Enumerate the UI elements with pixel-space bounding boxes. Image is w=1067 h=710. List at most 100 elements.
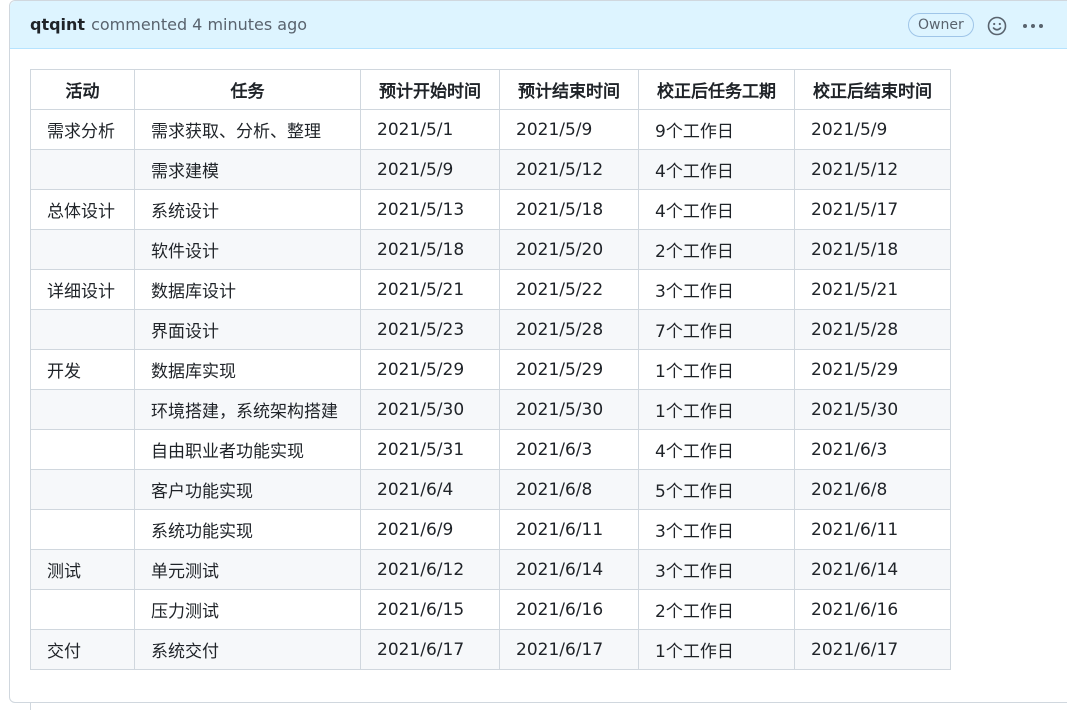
column-header: 任务 [134, 69, 361, 110]
schedule-table: 活动 任务 预计开始时间 预计结束时间 校正后任务工期 校正后结束时间 需求分析 需求获取、… [30, 69, 951, 670]
add-reaction-button[interactable] [984, 13, 1010, 39]
table-cell: 2021/5/12 [499, 149, 639, 190]
table-cell: 2021/5/31 [360, 429, 500, 470]
table-row: 压力测试 2021/6/15 2021/6/16 2个工作日 2021/6/16 [30, 589, 951, 630]
table-cell [30, 149, 135, 190]
table-cell: 2021/5/18 [360, 229, 500, 270]
table-body: 需求分析 需求获取、分析、整理 2021/5/1 2021/5/9 9个工作日 2021/… [30, 109, 951, 670]
comment-author[interactable]: qtqint [30, 15, 85, 34]
table-cell: 2021/6/11 [499, 509, 639, 550]
table-cell: 压力测试 [134, 589, 361, 630]
table-cell: 软件设计 [134, 229, 361, 270]
table-cell: 2021/5/17 [794, 189, 951, 230]
table-cell: 2021/5/1 [360, 109, 500, 150]
table-cell [30, 389, 135, 430]
table-cell: 2021/5/21 [360, 269, 500, 310]
table-cell: 2021/5/9 [360, 149, 500, 190]
table-cell: 2021/6/8 [794, 469, 951, 510]
table-row: 开发 数据库实现 2021/5/29 2021/5/29 1个工作日 2021/5/29 [30, 349, 951, 390]
table-cell: 开发 [30, 349, 135, 390]
table-row: 系统功能实现 2021/6/9 2021/6/11 3个工作日 2021/6/11 [30, 509, 951, 550]
table-cell: 2021/5/9 [499, 109, 639, 150]
table-cell: 2021/5/20 [499, 229, 639, 270]
table-row: 详细设计 数据库设计 2021/5/21 2021/5/22 3个工作日 2021/5/2… [30, 269, 951, 310]
timeline-line [30, 703, 31, 710]
table-cell: 1个工作日 [638, 629, 795, 670]
kebab-icon [1023, 24, 1043, 28]
column-header: 活动 [30, 69, 135, 110]
table-cell: 4个工作日 [638, 149, 795, 190]
column-header: 预计结束时间 [499, 69, 639, 110]
table-cell: 4个工作日 [638, 429, 795, 470]
table-cell: 2021/5/28 [499, 309, 639, 350]
table-cell: 2021/6/8 [499, 469, 639, 510]
owner-badge: Owner [908, 13, 974, 37]
table-cell [30, 469, 135, 510]
table-cell: 2021/5/30 [499, 389, 639, 430]
comment-header: qtqint commented 4 minutes ago Owner [10, 1, 1067, 49]
comment-body: 活动 任务 预计开始时间 预计结束时间 校正后任务工期 校正后结束时间 需求分析 需求获取、… [10, 49, 1067, 670]
table-cell: 9个工作日 [638, 109, 795, 150]
table-cell: 2021/5/18 [499, 189, 639, 230]
table-cell: 需求建模 [134, 149, 361, 190]
comment-timestamp[interactable]: commented 4 minutes ago [91, 15, 307, 34]
table-cell: 2021/5/29 [499, 349, 639, 390]
table-cell: 数据库设计 [134, 269, 361, 310]
table-cell: 2021/6/11 [794, 509, 951, 550]
table-cell: 2021/6/17 [794, 629, 951, 670]
table-cell: 2021/5/12 [794, 149, 951, 190]
table-cell: 7个工作日 [638, 309, 795, 350]
table-cell: 2021/5/23 [360, 309, 500, 350]
table-cell: 2021/6/9 [360, 509, 500, 550]
table-cell: 2021/6/14 [499, 549, 639, 590]
table-cell: 3个工作日 [638, 549, 795, 590]
comment-box: qtqint commented 4 minutes ago Owner 活动 … [9, 0, 1067, 703]
table-cell: 系统功能实现 [134, 509, 361, 550]
table-cell: 2021/5/21 [794, 269, 951, 310]
table-cell: 1个工作日 [638, 349, 795, 390]
table-cell: 自由职业者功能实现 [134, 429, 361, 470]
column-header: 校正后结束时间 [794, 69, 951, 110]
table-cell: 2021/5/30 [794, 389, 951, 430]
table-cell: 3个工作日 [638, 509, 795, 550]
table-cell: 测试 [30, 549, 135, 590]
table-cell: 2021/6/3 [794, 429, 951, 470]
table-row: 界面设计 2021/5/23 2021/5/28 7个工作日 2021/5/28 [30, 309, 951, 350]
table-cell: 需求分析 [30, 109, 135, 150]
table-cell: 交付 [30, 629, 135, 670]
table-cell: 2021/5/13 [360, 189, 500, 230]
table-row: 交付 系统交付 2021/6/17 2021/6/17 1个工作日 2021/6/17 [30, 629, 951, 670]
column-header: 预计开始时间 [360, 69, 500, 110]
table-cell: 2021/6/4 [360, 469, 500, 510]
table-cell: 2021/6/14 [794, 549, 951, 590]
table-cell: 2021/6/17 [360, 629, 500, 670]
table-row: 自由职业者功能实现 2021/5/31 2021/6/3 4个工作日 2021/6/3 [30, 429, 951, 470]
table-cell: 2021/5/29 [794, 349, 951, 390]
table-cell: 需求获取、分析、整理 [134, 109, 361, 150]
column-header: 校正后任务工期 [638, 69, 795, 110]
table-cell: 界面设计 [134, 309, 361, 350]
table-cell: 客户功能实现 [134, 469, 361, 510]
table-cell: 环境搭建，系统架构搭建 [134, 389, 361, 430]
comment-options-button[interactable] [1020, 13, 1046, 39]
table-row: 测试 单元测试 2021/6/12 2021/6/14 3个工作日 2021/6/14 [30, 549, 951, 590]
table-cell: 2个工作日 [638, 229, 795, 270]
table-cell [30, 509, 135, 550]
table-cell: 2021/5/29 [360, 349, 500, 390]
table-cell: 数据库实现 [134, 349, 361, 390]
table-cell: 单元测试 [134, 549, 361, 590]
table-row: 客户功能实现 2021/6/4 2021/6/8 5个工作日 2021/6/8 [30, 469, 951, 510]
table-row: 需求分析 需求获取、分析、整理 2021/5/1 2021/5/9 9个工作日 2021/… [30, 109, 951, 150]
table-row: 环境搭建，系统架构搭建 2021/5/30 2021/5/30 1个工作日 2021/5… [30, 389, 951, 430]
table-cell: 2021/6/3 [499, 429, 639, 470]
table-cell: 2021/5/18 [794, 229, 951, 270]
table-cell: 系统设计 [134, 189, 361, 230]
table-cell: 详细设计 [30, 269, 135, 310]
table-cell: 总体设计 [30, 189, 135, 230]
table-cell [30, 589, 135, 630]
table-cell: 2021/5/22 [499, 269, 639, 310]
table-cell [30, 429, 135, 470]
table-cell: 2021/6/16 [794, 589, 951, 630]
smiley-icon [987, 16, 1007, 36]
table-cell: 2个工作日 [638, 589, 795, 630]
